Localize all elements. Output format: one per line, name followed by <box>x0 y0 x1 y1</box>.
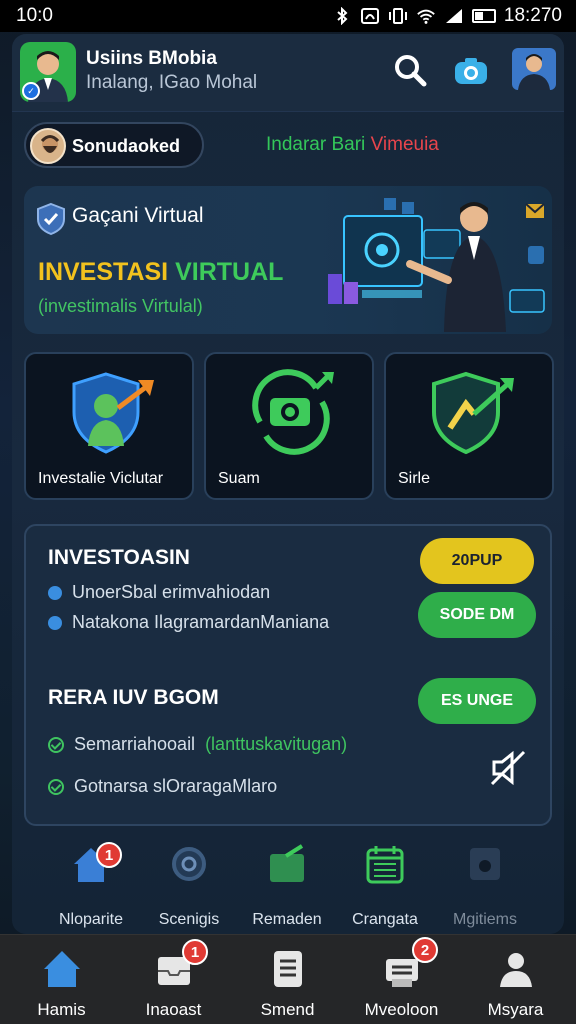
tile-label: Investalie Viclutar <box>38 470 164 487</box>
tile-investment[interactable]: Investalie Viclutar <box>24 352 194 500</box>
promo-text[interactable]: Indarar Bari Vimeuia <box>266 134 439 156</box>
bluetooth-icon <box>337 7 348 25</box>
headline-yellow: INVESTASI <box>38 258 169 286</box>
shortcut-scan[interactable]: Scenigis <box>134 840 244 930</box>
green-action-button-2[interactable]: ES UNGE <box>418 678 536 724</box>
shortcut-calendar[interactable]: Crangata <box>330 840 440 930</box>
camera-cycle-icon <box>252 369 334 455</box>
shortcut-label: Scenigis <box>158 911 220 928</box>
nav-send[interactable]: Smend <box>230 935 345 1024</box>
camera-icon[interactable] <box>452 54 490 86</box>
gear-scan-icon <box>172 847 206 881</box>
shortcut-label: Mgitiems <box>452 911 517 928</box>
item-highlight: (lanttuskavitugan) <box>205 734 348 754</box>
mute-speaker-icon[interactable] <box>488 748 528 788</box>
home-icon <box>43 951 80 987</box>
shield-avatar-arrow-icon <box>72 372 154 454</box>
info-card: INVESTOASIN UnoerSbal erimvahiodan Natak… <box>24 524 552 826</box>
document-list-icon <box>273 951 302 987</box>
status-time-left: 10:0 <box>16 5 53 26</box>
shield-check-icon <box>37 202 65 236</box>
app-subtitle: Inalang, IGao Mohal <box>86 72 258 93</box>
battery-icon <box>471 9 496 23</box>
nav-inbox[interactable]: 1 Inaoast <box>116 935 231 1024</box>
nav-label: Msyara <box>487 1000 544 1019</box>
banner-subtitle: (investimalis Virtulal) <box>38 296 203 316</box>
status-time-right: 18:270 <box>503 5 562 26</box>
main-panel: ✓ Usiins BMobia Inalang, IGao Mohal Sonu… <box>12 34 564 934</box>
nav-messages[interactable]: 2 Mveoloon <box>344 935 459 1024</box>
vibrate-icon <box>388 8 407 24</box>
yellow-action-button[interactable]: 20PUP <box>420 538 534 584</box>
status-icons: 18:270 <box>332 5 562 27</box>
notification-badge: 1 <box>96 842 122 868</box>
bullet-dot-icon <box>48 585 62 600</box>
green-action-button[interactable]: SODE DM <box>418 592 536 638</box>
user-avatar[interactable] <box>512 48 556 90</box>
section1-item: Natakona IlagramardanManiana <box>48 612 329 633</box>
item-text: UnoerSbal erimvahiodan <box>72 582 271 602</box>
shortcut-reminder[interactable]: Remaden <box>232 840 342 930</box>
camera-box-icon <box>470 848 500 880</box>
nfc-icon <box>360 8 379 24</box>
section1-item: UnoerSbal erimvahiodan <box>48 582 270 603</box>
item-text: Natakona IlagramardanManiana <box>72 612 330 632</box>
section2-item: Semarriahooail (lanttuskavitugan) <box>48 734 347 755</box>
promo-red-text: Vimeuia <box>370 134 439 155</box>
app-name: Usiins BMobia <box>86 48 217 69</box>
nav-profile[interactable]: Msyara <box>458 935 573 1024</box>
search-icon[interactable] <box>392 52 428 88</box>
shortcut-manage[interactable]: Mgitiems <box>430 840 540 930</box>
item-text: Gotnarsa slOraragaMlaro <box>74 776 278 796</box>
app-logo[interactable]: ✓ <box>20 42 76 102</box>
banner-title: Gaçani Virtual <box>72 204 204 227</box>
shortcut-home[interactable]: 1 Nloparite <box>36 840 146 930</box>
nav-label: Hamis <box>37 1000 86 1019</box>
section1-title: INVESTOASIN <box>48 546 190 569</box>
notification-badge: 2 <box>412 937 438 963</box>
app-header: ✓ Usiins BMobia Inalang, IGao Mohal <box>12 34 564 112</box>
pill-label: Sonudaoked <box>72 136 181 156</box>
signal-icon <box>445 9 462 23</box>
tile-label: Sirle <box>398 470 431 487</box>
section2-item: Gotnarsa slOraragaMlaro <box>48 776 277 797</box>
status-bar: 10:0 18:270 <box>0 0 576 32</box>
shield-growth-icon <box>432 371 514 455</box>
banner-headline: INVESTASI VIRTUAL <box>38 258 283 287</box>
bearded-face-icon <box>40 135 60 153</box>
folder-arrow-icon <box>270 844 304 882</box>
item-text: Semarriahooail <box>74 734 196 754</box>
nav-label: Smend <box>260 1000 315 1019</box>
avatar-portrait-icon <box>518 54 550 90</box>
investor-illustration <box>328 198 545 332</box>
nav-home[interactable]: Hamis <box>4 935 119 1024</box>
verified-badge-icon: ✓ <box>22 82 40 100</box>
shortcut-label: Nloparite <box>58 911 124 928</box>
bottom-navigation: Hamis 1 Inaoast Smend 2 Mveoloon Msyara <box>0 934 576 1024</box>
check-circle-icon <box>48 736 64 753</box>
check-circle-icon <box>48 778 64 795</box>
nav-label: Inaoast <box>145 1000 202 1019</box>
shortcut-label: Crangata <box>352 911 418 928</box>
shortcut-label: Remaden <box>252 911 322 928</box>
promo-green-text: Indarar Bari <box>266 134 366 155</box>
headline-green: VIRTUAL <box>175 258 284 286</box>
bullet-dot-icon <box>48 615 62 630</box>
user-icon <box>499 953 532 987</box>
nav-label: Mveoloon <box>364 1000 439 1019</box>
section2-title: RERA IUV BGOM <box>48 686 219 709</box>
tile-secure[interactable]: Sirle <box>384 352 554 500</box>
wifi-icon <box>417 9 435 24</box>
pill-avatar <box>30 128 66 164</box>
notification-badge: 1 <box>182 939 208 965</box>
calendar-icon <box>366 846 404 884</box>
profile-pill[interactable]: Sonudaoked <box>24 122 204 168</box>
tile-label: Suam <box>218 470 260 487</box>
hero-banner[interactable]: Gaçani Virtual INVESTASI VIRTUAL (invest… <box>24 186 552 334</box>
tile-scan[interactable]: Suam <box>204 352 374 500</box>
